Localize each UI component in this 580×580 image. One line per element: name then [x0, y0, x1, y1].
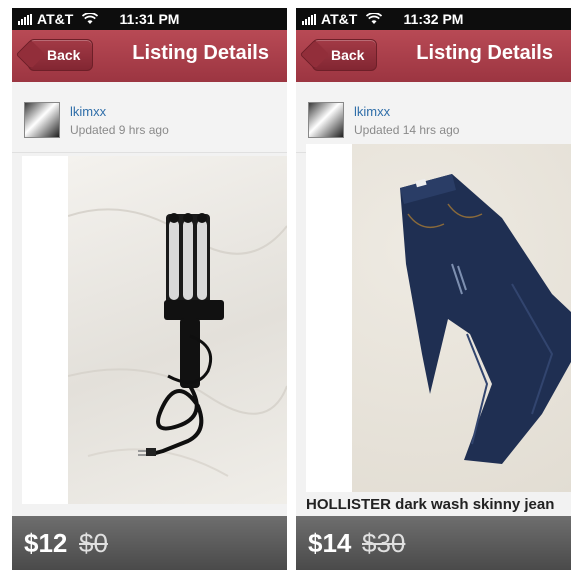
listing-title: HOLLISTER dark wash skinny jean — [306, 496, 555, 513]
status-bar: AT&T 11:31 PM — [12, 8, 287, 30]
back-button[interactable]: Back — [28, 39, 94, 71]
price-bar: $14 $30 — [296, 516, 571, 570]
seller-row[interactable]: lkimxx Updated 14 hrs ago — [296, 82, 571, 153]
photo-placeholder — [306, 144, 352, 492]
wave-curling-iron-image — [67, 208, 287, 477]
page-title: Listing Details — [416, 42, 553, 64]
seller-username[interactable]: lkimxx — [354, 104, 390, 119]
back-button[interactable]: Back — [312, 39, 378, 71]
status-time: 11:32 PM — [403, 11, 464, 27]
back-button-label: Back — [47, 47, 81, 63]
listing-screen-right: AT&T 11:32 PM Back Listing Details lkimx… — [296, 8, 571, 570]
price-bar: $12 $0 — [12, 516, 287, 570]
status-time: 11:31 PM — [119, 11, 180, 27]
sale-price: $14 — [308, 528, 352, 558]
avatar[interactable] — [24, 102, 60, 138]
nav-bar: Back Listing Details — [296, 30, 571, 83]
updated-time: Updated 14 hrs ago — [354, 123, 460, 137]
status-bar: AT&T 11:32 PM — [296, 8, 571, 30]
photo-placeholder — [22, 156, 68, 504]
original-price: $30 — [362, 528, 406, 558]
listing-photo[interactable] — [352, 144, 571, 492]
seller-row[interactable]: lkimxx Updated 9 hrs ago — [12, 82, 287, 153]
skinny-jeans-image — [400, 174, 571, 464]
listing-screen-left: AT&T 11:31 PM Back Listing Details lkimx… — [12, 8, 287, 570]
updated-time: Updated 9 hrs ago — [70, 123, 169, 137]
page-title: Listing Details — [132, 42, 269, 64]
sale-price: $12 — [24, 528, 68, 558]
seller-username[interactable]: lkimxx — [70, 104, 106, 119]
back-button-label: Back — [331, 47, 365, 63]
nav-bar: Back Listing Details — [12, 30, 287, 83]
listing-photo[interactable] — [67, 156, 287, 504]
avatar[interactable] — [308, 102, 344, 138]
original-price: $0 — [79, 528, 108, 558]
